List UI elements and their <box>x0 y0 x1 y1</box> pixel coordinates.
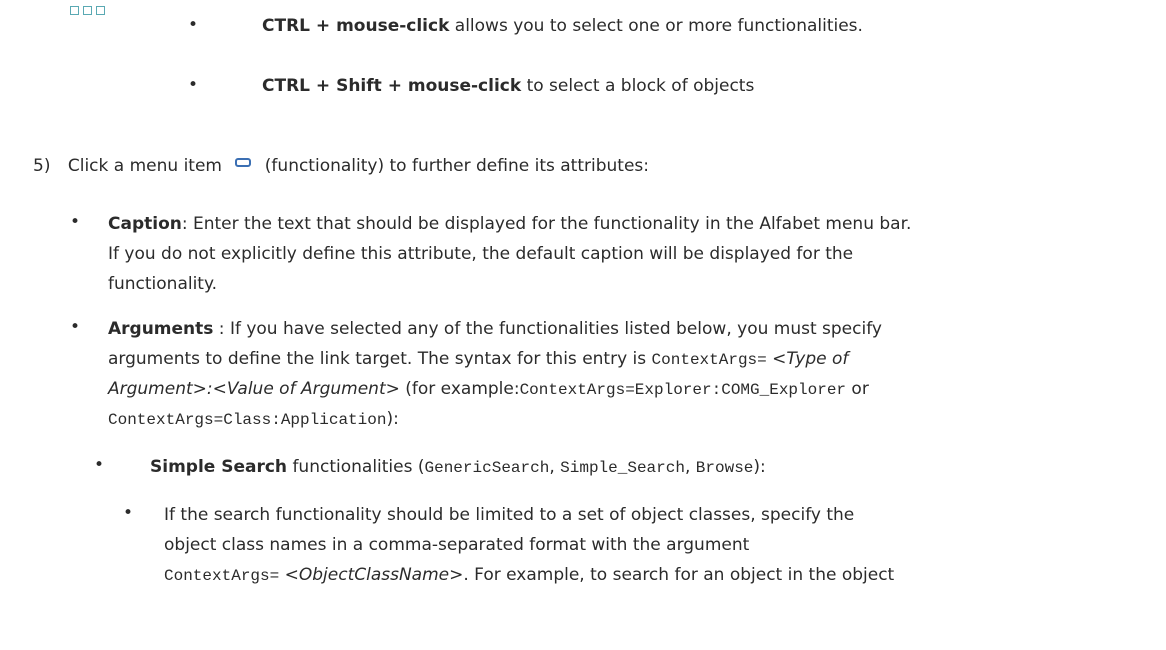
para-text: ): <box>753 457 766 477</box>
code-text: Simple_Search <box>560 459 685 477</box>
arguments-para: Arguments : If you have selected any of … <box>108 317 882 341</box>
para-text: , <box>684 457 696 477</box>
bullet: • <box>70 317 81 337</box>
para-line: ContextArgs=Class:Application): <box>108 407 399 432</box>
code-text: ContextArgs= <box>164 567 280 585</box>
bullet: • <box>188 15 199 35</box>
para-text: If you do not explicitly define this att… <box>108 244 854 264</box>
square-icon <box>96 6 105 15</box>
step-text: Click a menu item <box>67 156 222 176</box>
step-number: 5) <box>33 156 51 176</box>
list-item: CTRL + mouse-click allows you to select … <box>262 14 863 38</box>
code-text: ContextArgs=Class:Application <box>108 411 387 429</box>
simple-search-label: Simple Search <box>150 457 288 477</box>
code-text: ContextArgs=Explorer:COMG_Explorer <box>519 381 847 399</box>
para-text: If the search functionality should be li… <box>164 505 855 525</box>
para-line: Argument>:<Value of Argument> (for examp… <box>108 377 869 402</box>
item-text: allows you to select one or more functio… <box>449 16 863 36</box>
para-text: : If you have selected any of the functi… <box>213 319 882 339</box>
step-text: (functionality) to further define its at… <box>264 156 649 176</box>
para-text: (for example: <box>399 379 520 399</box>
para-text: functionality. <box>108 274 218 294</box>
list-item: CTRL + Shift + mouse-click to select a b… <box>262 74 754 98</box>
para-text: : Enter the text that should be displaye… <box>181 214 912 234</box>
para-text: arguments to define the link target. The… <box>108 349 652 369</box>
para-text: functionalities ( <box>287 457 425 477</box>
square-icon <box>83 6 92 15</box>
italic-text: Argument>:<Value of Argument> <box>108 379 400 399</box>
bullet: • <box>94 455 105 475</box>
para-line: ContextArgs= <ObjectClassName>. For exam… <box>164 563 894 588</box>
bold-text: CTRL + mouse-click <box>262 16 450 36</box>
para-text: ): <box>386 409 399 429</box>
para-line: arguments to define the link target. The… <box>108 347 848 372</box>
step-5: 5) Click a menu item (functionality) to … <box>33 154 649 178</box>
para-text: or <box>846 379 869 399</box>
italic-text: <ObjectClassName> <box>279 565 464 585</box>
code-text: ContextArgs= <box>651 351 767 369</box>
italic-text: <Type of <box>766 349 849 369</box>
para-text: . For example, to search for an object i… <box>463 565 895 585</box>
code-text: Browse <box>695 459 754 477</box>
bullet: • <box>188 75 199 95</box>
simple-search-para: Simple Search functionalities (GenericSe… <box>150 455 766 480</box>
bold-text: CTRL + Shift + mouse-click <box>262 76 522 96</box>
caption-para: Caption: Enter the text that should be d… <box>108 212 911 236</box>
item-text: to select a block of objects <box>521 76 755 96</box>
menu-item-icon <box>235 158 252 167</box>
bullet: • <box>123 503 134 523</box>
square-icon <box>70 6 79 15</box>
para-text: , <box>549 457 561 477</box>
para-text: object class names in a comma-separated … <box>164 535 750 555</box>
arguments-label: Arguments <box>108 319 214 339</box>
toolbar-icons <box>70 0 109 20</box>
bullet: • <box>70 212 81 232</box>
code-text: GenericSearch <box>424 459 550 477</box>
caption-label: Caption <box>108 214 182 234</box>
